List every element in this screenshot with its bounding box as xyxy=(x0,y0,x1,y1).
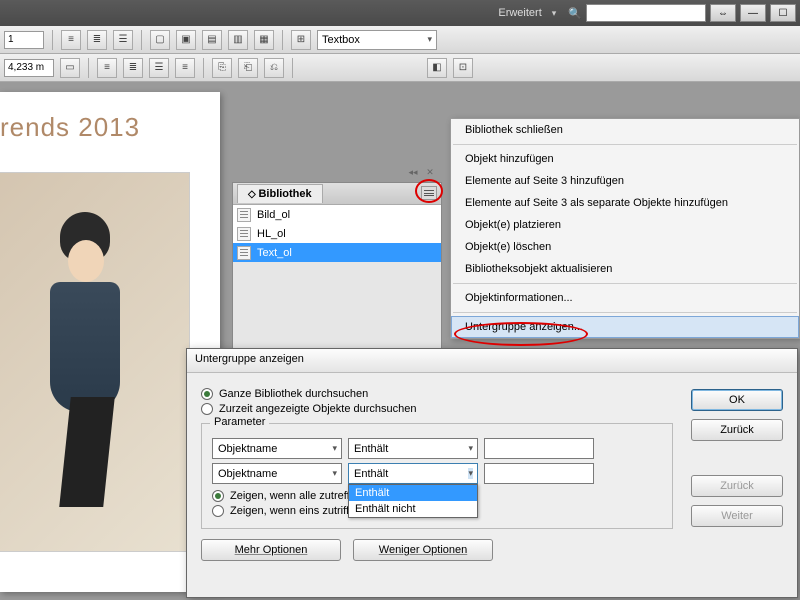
misc-icon[interactable]: ⊡ xyxy=(453,58,473,78)
dialog-title: Untergruppe anzeigen xyxy=(187,349,797,373)
ok-button[interactable]: OK xyxy=(691,389,783,411)
app-titlebar: Erweitert ▾ 🔍 ⇔ — ☐ xyxy=(0,0,800,26)
list-icon[interactable]: ☰ xyxy=(149,58,169,78)
tool-icon[interactable]: ▭ xyxy=(60,58,80,78)
measure-input[interactable] xyxy=(4,59,54,77)
search-icon: 🔍 xyxy=(568,7,582,20)
operator-dropdown: Enthält Enthält nicht xyxy=(348,484,478,518)
parameter-fieldset: Parameter Objektname Enthält Objektname … xyxy=(201,423,673,529)
back-button-disabled: Zurück xyxy=(691,475,783,497)
wrap-icon[interactable]: ▢ xyxy=(150,30,170,50)
asset-icon xyxy=(237,246,251,260)
anchor-icon[interactable]: ⎌ xyxy=(264,58,284,78)
toolbar-row-1: ≡ ≣ ☰ ▢ ▣ ▤ ▥ ▦ ⊞ Textbox xyxy=(0,26,800,54)
back-button[interactable]: Zurück xyxy=(691,419,783,441)
columns-input[interactable] xyxy=(4,31,44,49)
param1-value-input[interactable] xyxy=(484,438,594,459)
anchor-icon[interactable]: ⎗ xyxy=(238,58,258,78)
menu-object-info[interactable]: Objektinformationen... xyxy=(451,287,799,309)
effects-icon[interactable]: ⊞ xyxy=(291,30,311,50)
list-item[interactable]: HL_ol xyxy=(233,224,441,243)
next-button-disabled: Weiter xyxy=(691,505,783,527)
subset-dialog: Untergruppe anzeigen Ganze Bibliothek du… xyxy=(186,348,798,598)
more-options-button[interactable]: Mehr Optionen xyxy=(201,539,341,561)
list-item[interactable]: Text_ol xyxy=(233,243,441,262)
radio-icon xyxy=(201,388,213,400)
dropdown-option[interactable]: Enthält nicht xyxy=(349,501,477,517)
menu-place-objects[interactable]: Objekt(e) platzieren xyxy=(451,214,799,236)
maximize-button[interactable]: ☐ xyxy=(770,4,796,22)
document-image xyxy=(0,172,190,552)
search-input[interactable] xyxy=(586,4,706,22)
wrap-icon[interactable]: ▥ xyxy=(228,30,248,50)
align-icon[interactable]: ☰ xyxy=(113,30,133,50)
menu-delete-objects[interactable]: Objekt(e) löschen xyxy=(451,236,799,258)
wrap-icon[interactable]: ▦ xyxy=(254,30,274,50)
menu-close-library[interactable]: Bibliothek schließen xyxy=(451,119,799,141)
radio-search-all[interactable]: Ganze Bibliothek durchsuchen xyxy=(201,388,673,400)
menu-add-page-elements[interactable]: Elemente auf Seite 3 hinzufügen xyxy=(451,170,799,192)
library-list: Bild_ol HL_ol Text_ol xyxy=(233,205,441,262)
align-icon[interactable]: ≣ xyxy=(87,30,107,50)
fewer-options-button[interactable]: Weniger Optionen xyxy=(353,539,493,561)
menu-update-object[interactable]: Bibliotheksobjekt aktualisieren xyxy=(451,258,799,280)
dropdown-option[interactable]: Enthält xyxy=(349,485,477,501)
param1-op-combo[interactable]: Enthält xyxy=(348,438,478,459)
list-icon[interactable]: ≡ xyxy=(97,58,117,78)
param2-value-input[interactable] xyxy=(484,463,594,484)
list-icon[interactable]: ≡ xyxy=(175,58,195,78)
library-tab[interactable]: ◇ Bibliothek xyxy=(237,184,323,203)
document-headline: rends 2013 xyxy=(0,92,220,143)
misc-icon[interactable]: ◧ xyxy=(427,58,447,78)
workspace-mode-label[interactable]: Erweitert xyxy=(498,7,541,19)
panel-collapse-icon[interactable]: ◂◂ xyxy=(406,165,420,179)
param2-field-combo[interactable]: Objektname xyxy=(212,463,342,484)
asset-icon xyxy=(237,208,251,222)
radio-search-current[interactable]: Zurzeit angezeigte Objekte durchsuchen xyxy=(201,403,673,415)
asset-icon xyxy=(237,227,251,241)
radio-icon xyxy=(212,505,224,517)
wrap-icon[interactable]: ▤ xyxy=(202,30,222,50)
list-icon[interactable]: ≣ xyxy=(123,58,143,78)
fieldset-legend: Parameter xyxy=(210,416,269,428)
menu-add-separate[interactable]: Elemente auf Seite 3 als separate Objekt… xyxy=(451,192,799,214)
radio-icon xyxy=(201,403,213,415)
wrap-icon[interactable]: ▣ xyxy=(176,30,196,50)
panel-close-icon[interactable]: ✕ xyxy=(423,165,437,179)
panel-context-menu: Bibliothek schließen Objekt hinzufügen E… xyxy=(450,118,800,339)
panel-menu-button[interactable] xyxy=(421,186,437,200)
param2-op-combo[interactable]: Enthält xyxy=(348,463,478,484)
align-icon[interactable]: ≡ xyxy=(61,30,81,50)
toolbar-row-2: ▭ ≡ ≣ ☰ ≡ ⎘ ⎗ ⎌ ◧ ⊡ xyxy=(0,54,800,82)
menu-show-subset[interactable]: Untergruppe anzeigen... xyxy=(451,316,799,338)
minimize-button[interactable]: — xyxy=(740,4,766,22)
list-item[interactable]: Bild_ol xyxy=(233,205,441,224)
param1-field-combo[interactable]: Objektname xyxy=(212,438,342,459)
radio-icon xyxy=(212,490,224,502)
menu-add-object[interactable]: Objekt hinzufügen xyxy=(451,148,799,170)
arrange-button[interactable]: ⇔ xyxy=(710,4,736,22)
anchor-icon[interactable]: ⎘ xyxy=(212,58,232,78)
style-combo[interactable]: Textbox xyxy=(317,30,437,50)
dropdown-icon[interactable]: ▾ xyxy=(552,8,557,19)
